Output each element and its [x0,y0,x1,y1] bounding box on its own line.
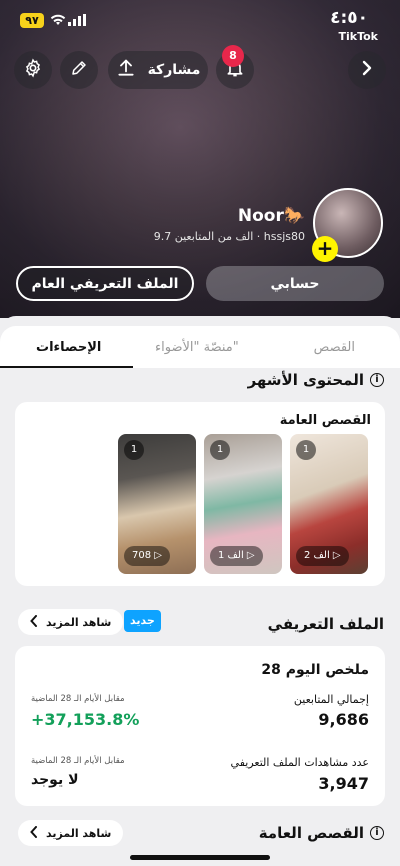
story-views: 708 ▷ [124,546,170,566]
share-icon [116,58,136,82]
active-tab-indicator [0,366,133,368]
top-content-card: القصص العامة 1 2 الف ▷ 1 1 الف ▷ 1 708 ▷ [15,402,385,586]
edit-icon [70,59,88,81]
followers-label: إجمالي المتابعين [293,693,369,706]
separator-dot: · [256,230,264,243]
back-to-app-link[interactable]: TikTok [338,30,378,43]
settings-button[interactable] [14,51,52,89]
add-story-button[interactable]: + [312,236,338,262]
notifications-button[interactable]: 8 [216,45,254,89]
tab-stories[interactable]: القصص [314,340,355,355]
edit-button[interactable] [60,51,98,89]
share-button[interactable]: مشاركة [108,51,208,89]
public-stories-card-title: القصص العامة [279,413,371,428]
see-more-button[interactable]: شاهد المزيد [18,609,124,635]
profile-header-background: ٩٧ ٤:٥٠ TikTok مشاركة 8 + Noor🐎 9.7 الف … [0,0,400,318]
insights-sheet: القصص منصّة "الأضواء" الإحصاءات المحتوى … [0,316,400,866]
see-more-button[interactable]: شاهد المزيد [18,820,124,846]
my-account-button[interactable]: حسابي [206,266,384,301]
story-views: 2 الف ▷ [296,546,349,566]
top-content-heading: المحتوى الأشهر i [248,371,384,389]
views-value: 708 [132,550,152,561]
story-count: 1 [210,440,230,460]
profile-views-value: 3,947 [318,774,369,793]
story-count: 1 [124,440,144,460]
story-count: 1 [296,440,316,460]
story-thumbnail[interactable]: 1 708 ▷ [118,434,196,574]
new-badge: جديد [124,610,161,632]
profile-summary-card: 28 ملخص اليوم إجمالي المتابعين 9,686 مقا… [15,646,385,806]
share-label: مشاركة [147,62,201,78]
status-bar: ٩٧ ٤:٥٠ TikTok [0,0,400,43]
notification-badge: 8 [222,45,244,67]
top-content-title: المحتوى الأشهر [247,371,364,389]
settings-icon [23,58,43,82]
profile-section-title: الملف التعريفي [267,615,384,633]
followers-text: 9.7 الف من المتابعين [153,230,254,243]
tab-insights[interactable]: الإحصاءات [36,340,101,355]
see-more-label: شاهد المزيد [46,615,112,629]
info-icon[interactable]: i [370,826,384,840]
status-time: ٤:٥٠ [330,8,368,28]
story-views: 1 الف ▷ [210,546,263,566]
forward-button[interactable] [348,51,386,89]
chevron-right-icon [360,60,374,80]
followers-compare-value: +37,153.8% [31,710,140,729]
chevron-left-icon [30,614,38,630]
followers-compare-label: مقابل الأيام الـ 28 الماضية [31,694,125,704]
public-profile-button[interactable]: الملف التعريفي العام [16,266,194,301]
profile-subtitle: 9.7 الف من المتابعين · hssjs80 [154,230,305,243]
followers-value: 9,686 [318,710,369,729]
signal-icon [68,14,86,29]
public-stories-heading: القصص العامة i [259,824,384,842]
views-compare-value: لا يوجد [31,772,79,788]
tab-bar: القصص منصّة "الأضواء" الإحصاءات [0,326,400,368]
home-indicator [130,855,270,860]
username: hssjs80 [263,230,305,243]
views-compare-label: مقابل الأيام الـ 28 الماضية [31,756,125,766]
summary-title: 28 ملخص اليوم [261,662,369,678]
views-value: 2 الف [304,550,330,561]
see-more-label: شاهد المزيد [46,826,112,840]
display-name: Noor🐎 [237,206,305,226]
battery-indicator: ٩٧ [20,13,44,28]
story-thumbnail[interactable]: 1 2 الف ▷ [290,434,368,574]
public-stories-title: القصص العامة [258,824,364,842]
views-value: 1 الف [218,550,244,561]
chevron-left-icon [30,825,38,841]
tab-spotlight[interactable]: منصّة "الأضواء" [155,340,239,355]
info-icon[interactable]: i [370,373,384,387]
story-thumbnail[interactable]: 1 1 الف ▷ [204,434,282,574]
wifi-icon [50,14,66,30]
profile-views-label: عدد مشاهدات الملف التعريفي [230,756,369,769]
